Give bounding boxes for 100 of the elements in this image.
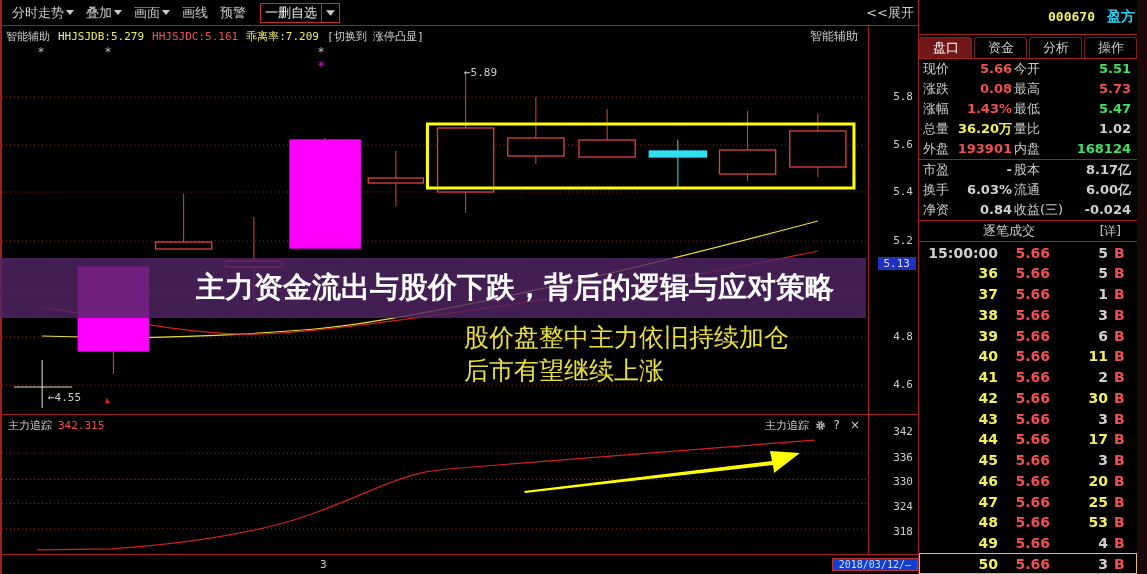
stat-label: 收益(三) — [1014, 200, 1065, 219]
panel-tab[interactable]: 分析 — [1029, 36, 1082, 58]
trade-price: 5.66 — [1014, 472, 1050, 489]
indicator-readout: HHJSJDC:5.161 — [152, 29, 239, 43]
trade-price: 5.66 — [1014, 410, 1050, 427]
trade-side: B — [1114, 410, 1126, 427]
trade-row[interactable]: 47 5.66 25 B — [919, 491, 1137, 512]
trade-side: B — [1114, 389, 1126, 406]
quote-label: 最低 — [1014, 99, 1041, 118]
trade-side: B — [1114, 348, 1126, 365]
panel-tab[interactable]: 操作 — [1084, 36, 1137, 58]
trade-row[interactable]: 36 5.66 5 B — [919, 263, 1137, 284]
trade-row[interactable]: 48 5.66 53 B — [919, 511, 1137, 533]
trade-row[interactable]: 38 5.66 3 B — [919, 304, 1137, 326]
toolbar-menu[interactable]: 画线 — [180, 3, 216, 22]
expand-button[interactable]: <<展开 — [860, 2, 918, 23]
toolbar-menu[interactable]: 叠加 — [84, 3, 130, 22]
detail-link[interactable]: [详] — [1093, 221, 1127, 241]
stat-label: 股本 — [1014, 160, 1041, 179]
trade-row[interactable]: 50 5.66 3 B — [919, 553, 1137, 574]
trade-price: 5.66 — [1014, 327, 1050, 344]
trade-row[interactable]: 41 5.66 2 B — [919, 366, 1137, 388]
signal-mark: * — [105, 46, 111, 58]
caret-icon — [326, 9, 335, 16]
quote-label: 最高 — [1014, 79, 1041, 98]
trade-side: B — [1114, 327, 1126, 344]
stat-value: 0.84 — [978, 202, 1013, 218]
quote-value: 36.20万 — [956, 119, 1013, 138]
trade-volume: 5 — [1097, 244, 1109, 261]
quote-value: 168124 — [1075, 141, 1132, 157]
quote-label: 涨跌 — [923, 79, 950, 98]
trade-time: 39 — [977, 327, 998, 344]
price-tick: 5.8 — [893, 90, 913, 103]
stat-label: 市盈 — [923, 160, 950, 179]
trade-volume: 3 — [1097, 452, 1109, 469]
stat-label: 净资 — [923, 200, 950, 219]
stat-value: 6.03% — [965, 182, 1013, 198]
remove-watchlist-label: 一删自选 — [261, 3, 322, 22]
candlestick — [367, 150, 425, 207]
trade-volume: 3 — [1097, 410, 1109, 427]
quote-label: 外盘 — [923, 139, 950, 158]
trade-side: B — [1114, 286, 1126, 303]
candlestick — [154, 193, 213, 250]
trade-time: 49 — [977, 534, 998, 551]
panel-tab[interactable]: 资金 — [974, 36, 1027, 58]
quote-label: 今开 — [1014, 59, 1041, 78]
trade-row[interactable]: 37 5.66 1 B — [919, 283, 1137, 305]
signal-triangle-icon — [105, 398, 111, 403]
price-tick: 4.8 — [893, 330, 913, 343]
low-price-label: ←4.55 — [48, 391, 82, 404]
trade-side: B — [1114, 534, 1126, 551]
trade-row[interactable]: 42 5.66 30 B — [919, 387, 1137, 409]
trade-time: 15:00:00 — [927, 244, 998, 261]
trade-row[interactable]: 45 5.66 3 B — [919, 449, 1137, 471]
trade-row[interactable]: 46 5.66 20 B — [919, 470, 1137, 492]
toolbar-menu[interactable]: 画面 — [132, 3, 178, 22]
indicator-name: 主力追踪 — [8, 417, 52, 433]
signal-mark: * — [318, 46, 324, 58]
trade-row[interactable]: 44 5.66 17 B — [919, 428, 1137, 450]
trade-price: 5.66 — [1014, 431, 1050, 448]
indicator-tick: 336 — [893, 451, 913, 464]
panel-tab[interactable]: 盘口 — [919, 36, 972, 58]
indicator-readout: 乖离率:7.209 — [246, 28, 319, 44]
period-label: 3 — [320, 558, 327, 571]
help-button[interactable]: ? — [831, 418, 842, 432]
trade-row[interactable]: 39 5.66 6 B — [919, 325, 1137, 346]
toolbar-menu[interactable]: 预警 — [218, 3, 254, 22]
trade-row[interactable]: 15:00:00 5.66 5 B — [919, 242, 1137, 264]
candlestick — [789, 113, 847, 178]
indicator-name: 智能辅助 — [810, 28, 858, 45]
toolbar-menu[interactable]: 分时走势 — [10, 3, 82, 22]
trade-side: B — [1114, 452, 1126, 469]
trade-row[interactable]: 40 5.66 11 B — [919, 346, 1137, 367]
watchlist-control[interactable]: 一删自选 — [260, 2, 340, 23]
signal-mark: * — [38, 46, 44, 58]
trade-price: 5.66 — [1014, 369, 1050, 386]
trade-volume: 1 — [1097, 286, 1109, 303]
trade-volume: 6 — [1097, 327, 1109, 344]
indicator-readout: [切换到 涨停凸显] — [326, 28, 424, 44]
trade-side: B — [1114, 369, 1126, 386]
close-button[interactable]: × — [847, 418, 862, 432]
trade-time: 40 — [977, 348, 998, 365]
stat-value: 6.00亿 — [1084, 180, 1132, 199]
trade-time: 50 — [977, 555, 998, 572]
date-tag: 2018/03/12/— — [831, 558, 918, 571]
trade-volume: 17 — [1087, 431, 1109, 448]
trade-row[interactable]: 43 5.66 3 B — [919, 408, 1137, 429]
stat-label: 换手 — [923, 180, 950, 199]
banner-title: 主力资金流出与股价下跌，背后的逻辑与应对策略 — [196, 269, 834, 306]
trade-volume: 53 — [1087, 514, 1109, 531]
trade-price: 5.66 — [1014, 493, 1050, 510]
trade-volume: 11 — [1087, 348, 1109, 365]
trade-volume: 3 — [1097, 555, 1109, 572]
trade-row[interactable]: 49 5.66 4 B — [919, 532, 1137, 554]
trade-time: 42 — [977, 389, 998, 406]
trade-volume: 3 — [1097, 306, 1109, 323]
trade-price: 5.66 — [1014, 514, 1050, 531]
trade-price: 5.66 — [1014, 286, 1050, 303]
indicator-tick: 330 — [893, 475, 913, 488]
settings-icon[interactable] — [814, 419, 826, 431]
